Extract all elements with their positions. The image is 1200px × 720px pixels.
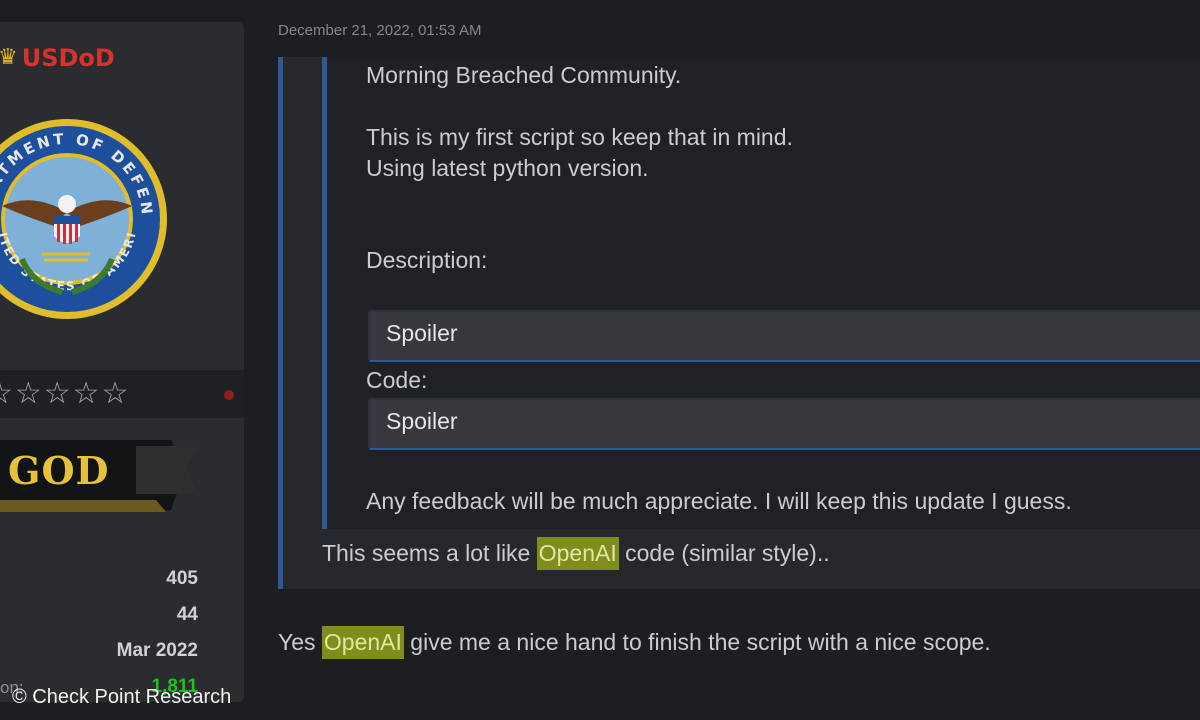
stat-row-joined: Mar 2022	[0, 634, 198, 670]
reply-text-after: code (similar style)..	[618, 540, 830, 566]
reply-text-before: This seems a lot like	[322, 540, 537, 566]
user-stats: 405 44 Mar 2022 on: 1,811	[0, 562, 198, 706]
reputation-stars-row: ☆☆☆☆☆	[0, 370, 244, 418]
spoiler-label: Spoiler	[386, 320, 458, 346]
username-link[interactable]: ♛ USDoD	[0, 44, 115, 72]
post-line-feedback: Any feedback will be much appreciate. I …	[366, 488, 1072, 514]
department-of-defense-seal-icon: DEPARTMENT OF DEFENSE UNITED STATES OF A…	[0, 104, 167, 319]
spoiler-label: Spoiler	[386, 408, 458, 434]
star-rating: ☆☆☆☆☆	[0, 376, 131, 411]
forum-post-screenshot: ♛ USDoD DEPARTMENT OF DEFENSE UNITED STA…	[0, 0, 1200, 720]
post-line-greeting: Morning Breached Community.	[366, 62, 682, 88]
stat-row-posts: 405	[0, 562, 198, 598]
crown-icon: ♛	[0, 45, 18, 70]
post-date: December 21, 2022, 01:53 AM	[278, 22, 482, 39]
stat-row-threads: 44	[0, 598, 198, 634]
stat-value: 44	[176, 604, 198, 625]
openai-highlight: OpenAI	[536, 537, 619, 570]
image-credit: © Check Point Research	[12, 686, 232, 708]
rank-banner: GOD	[0, 440, 201, 520]
username-label: USDoD	[21, 44, 115, 72]
online-status-dot	[224, 390, 234, 400]
spoiler-description[interactable]: Spoiler	[368, 310, 1200, 362]
rank-label: GOD	[8, 448, 110, 493]
openai-highlight: OpenAI	[321, 626, 404, 659]
quoted-reply: This seems a lot like OpenAI code (simil…	[322, 537, 830, 570]
answer-text-after: give me a nice hand to finish the script…	[403, 629, 991, 655]
stat-value: Mar 2022	[116, 640, 198, 661]
post-line-first-script: This is my first script so keep that in …	[366, 124, 793, 150]
answer-text-before: Yes	[278, 629, 322, 655]
post-line-python-version: Using latest python version.	[366, 155, 649, 181]
description-heading: Description:	[366, 247, 488, 273]
spoiler-code[interactable]: Spoiler	[368, 398, 1200, 450]
author-answer: Yes OpenAI give me a nice hand to finish…	[278, 626, 991, 659]
stat-value: 405	[166, 568, 198, 589]
user-info-panel: ♛ USDoD DEPARTMENT OF DEFENSE UNITED STA…	[0, 22, 244, 702]
code-heading: Code:	[366, 367, 428, 393]
